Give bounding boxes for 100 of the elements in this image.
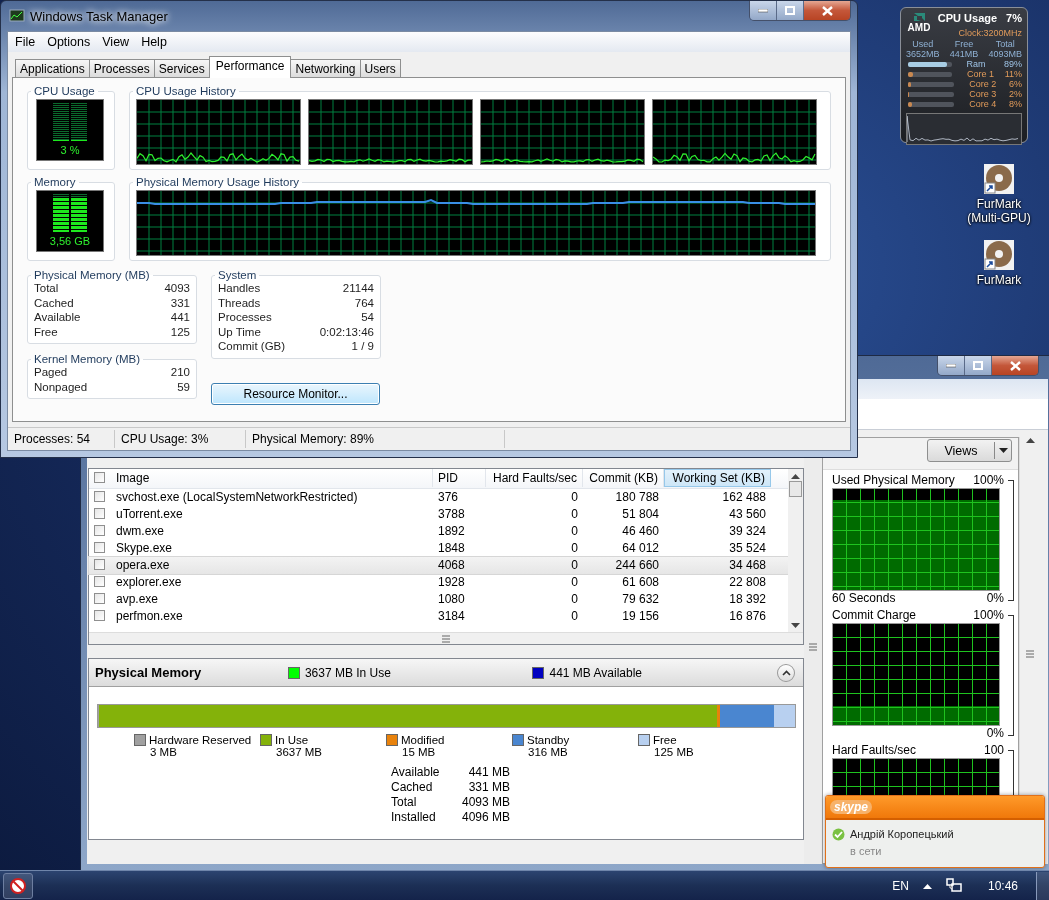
summary-value: 4093 MB <box>460 795 510 810</box>
checkbox[interactable] <box>94 593 105 605</box>
minimize-button[interactable] <box>750 1 777 20</box>
table-cell-text: avp.exe <box>115 591 160 607</box>
menu-item[interactable]: Help <box>135 35 173 49</box>
stat-value: 21144 <box>342 281 374 296</box>
checkbox[interactable] <box>94 610 105 622</box>
table-row[interactable]: dwm.exe 1892 0 46 460 39 324 <box>89 523 788 540</box>
stat-label: Commit (GB) <box>218 339 286 354</box>
table-cell-text: 1848 <box>437 540 466 556</box>
icon-label[interactable]: FurMark (Multi-GPU) <box>959 197 1039 225</box>
column-header[interactable]: Working Set (KB) <box>664 469 771 487</box>
table-cell-text: 39 324 <box>728 523 767 539</box>
column-header[interactable]: Hard Faults/sec <box>486 469 583 487</box>
tab[interactable]: Applications <box>15 59 90 77</box>
legend-value: 316 MB <box>528 746 569 758</box>
minimize-button[interactable] <box>938 356 965 375</box>
checkbox[interactable] <box>94 472 105 484</box>
table-cell-text: 0 <box>570 489 579 505</box>
scroll-up-arrow[interactable] <box>791 473 800 479</box>
table-cell-text: 0 <box>570 540 579 556</box>
memory-value: 441MB <box>949 49 979 59</box>
close-button[interactable] <box>804 1 850 20</box>
table-cell-text: 4068 <box>437 557 466 573</box>
scroll-thumb[interactable] <box>789 481 802 497</box>
maximize-button[interactable] <box>965 356 992 375</box>
group-title: System <box>217 269 258 281</box>
tab[interactable]: Services <box>153 59 210 77</box>
table-cell-text: 79 632 <box>621 591 660 607</box>
tab[interactable]: Networking <box>290 59 361 77</box>
maximize-button[interactable] <box>777 1 804 20</box>
table-row[interactable]: opera.exe 4068 0 244 660 34 468 <box>89 557 788 574</box>
graph-title: Hard Faults/sec <box>832 743 917 758</box>
legend-value: 125 MB <box>654 746 695 758</box>
table-cell-text: 162 488 <box>721 489 767 505</box>
checkbox[interactable] <box>94 491 105 503</box>
table-cell-text: 376 <box>437 489 460 505</box>
table-row[interactable]: explorer.exe 1928 0 61 608 22 808 <box>89 574 788 591</box>
collapse-button[interactable] <box>777 663 795 682</box>
icon-label[interactable]: FurMark <box>959 273 1039 287</box>
close-icon <box>821 5 833 16</box>
checkbox[interactable] <box>94 542 105 554</box>
grip-icon[interactable] <box>442 634 450 643</box>
table-row[interactable]: avp.exe 1080 0 79 632 18 392 <box>89 591 788 608</box>
menu-item[interactable]: File <box>9 35 42 49</box>
resource-monitor-button[interactable]: Resource Monitor... <box>211 382 380 405</box>
checkbox[interactable] <box>94 508 105 520</box>
stat-value: 59 <box>177 379 190 394</box>
checkbox[interactable] <box>94 576 105 588</box>
table-cell-text: 61 608 <box>621 574 660 590</box>
table-row[interactable]: uTorrent.exe 3788 0 51 804 43 560 <box>89 506 788 523</box>
memory-value: 3652MB <box>906 49 940 59</box>
checkbox[interactable] <box>94 559 105 571</box>
stat-value: 0:02:13:46 <box>319 324 374 339</box>
network-icon[interactable] <box>945 877 962 894</box>
no-entry-icon <box>10 877 26 894</box>
contact-status: в сети <box>850 845 883 857</box>
status-text: CPU Usage: 3% <box>115 430 246 448</box>
scroll-up-arrow[interactable] <box>1025 437 1035 443</box>
checkbox[interactable] <box>94 525 105 537</box>
stat-value: 54 <box>361 310 374 325</box>
tab[interactable]: Processes <box>88 59 155 77</box>
window-title: Windows Task Manager <box>30 8 169 24</box>
table-cell-text: 0 <box>570 591 579 607</box>
disc-shortcut-icon[interactable] <box>983 163 1015 195</box>
language-indicator[interactable]: EN <box>892 878 909 893</box>
menu-item[interactable]: View <box>96 35 136 49</box>
stat-value: 125 <box>170 324 190 339</box>
clock-speed: Clock:3200MHz <box>957 28 1022 38</box>
stat-label: Processes <box>218 310 272 325</box>
column-header[interactable]: PID <box>433 469 486 487</box>
stat-label: Free <box>34 324 58 339</box>
summary-label: Installed <box>391 810 437 825</box>
table-cell-text: 43 560 <box>728 506 767 522</box>
show-hidden-icons-icon[interactable] <box>922 882 932 889</box>
scroll-down-arrow[interactable] <box>791 623 800 629</box>
tab[interactable]: Users <box>359 59 401 77</box>
grip-icon[interactable] <box>809 643 817 651</box>
column-header[interactable]: Image <box>111 469 433 487</box>
skype-logo: skype <box>830 800 873 814</box>
show-desktop-button[interactable] <box>1036 871 1049 900</box>
grip-icon[interactable] <box>1026 649 1034 658</box>
disc-shortcut-icon[interactable] <box>983 239 1015 271</box>
summary-label: Cached <box>391 780 434 795</box>
memory-label: Total <box>995 39 1015 49</box>
summary-label: Total <box>391 795 418 810</box>
brand-label: AMD <box>907 22 931 33</box>
tab[interactable]: Performance <box>208 56 292 78</box>
clock[interactable]: 10:46 <box>987 878 1018 893</box>
close-button[interactable] <box>992 356 1038 375</box>
table-row[interactable]: svchost.exe (LocalSystemNetworkRestricted) 376 0 180 788 162 488 <box>89 489 788 506</box>
taskbar-app-button[interactable] <box>3 872 33 899</box>
table-cell-text: 0 <box>570 506 579 522</box>
menu-item[interactable]: Options <box>41 35 97 49</box>
graph-max: 100 <box>983 743 1004 758</box>
table-row[interactable]: perfmon.exe 3184 0 19 156 16 876 <box>89 608 788 625</box>
table-row[interactable]: Skype.exe 1848 0 64 012 35 524 <box>89 540 788 557</box>
stat-label: Threads <box>218 295 261 310</box>
graph-min: 0% <box>986 726 1004 741</box>
views-button[interactable]: Views <box>927 439 1012 462</box>
